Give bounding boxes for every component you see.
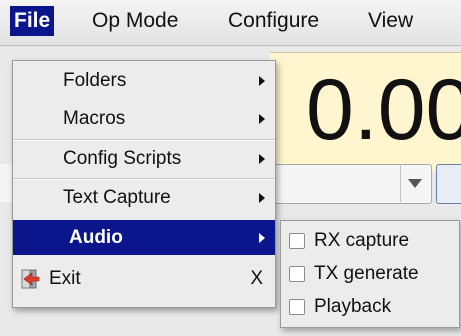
menu-item-folders[interactable]: Folders [13,63,275,98]
menu-view[interactable]: View [364,6,417,36]
submenu-item-rx-capture[interactable]: RX capture [281,224,459,258]
submenu-arrow-icon [259,76,265,86]
checkbox[interactable] [289,233,305,249]
menu-op-mode[interactable]: Op Mode [88,6,182,36]
submenu-item-label: Playback [314,296,392,317]
checkbox[interactable] [289,266,305,282]
submenu-arrow-icon [259,193,265,203]
submenu-arrow-icon [259,114,265,124]
menu-accelerator: X [250,268,263,289]
file-menu: Folders Macros Config Scripts Text Captu… [12,60,276,308]
menu-item-label: Folders [63,70,127,91]
submenu-arrow-icon [259,233,265,243]
menu-item-label: Text Capture [63,187,171,208]
menu-configure[interactable]: Configure [224,6,323,36]
combo-dropdown-button[interactable] [400,164,429,202]
menu-item-config-scripts[interactable]: Config Scripts [13,141,275,176]
menu-bar: File Op Mode Configure View [0,0,461,46]
menu-file[interactable]: File [10,6,55,36]
chevron-down-icon [408,179,422,188]
tool-button[interactable] [436,164,461,204]
menu-item-label: Audio [69,227,123,248]
menu-item-label: Macros [63,108,126,129]
submenu-item-label: TX generate [314,263,419,284]
submenu-item-tx-generate[interactable]: TX generate [281,257,459,291]
exit-icon [21,269,40,289]
menu-item-label: Exit [49,268,81,289]
frequency-display: 0.00 [306,62,461,158]
menu-item-audio[interactable]: Audio [13,220,275,255]
submenu-item-label: RX capture [314,230,410,251]
submenu-arrow-icon [259,154,265,164]
submenu-item-playback[interactable]: Playback [281,290,459,324]
menu-item-macros[interactable]: Macros [13,101,275,136]
menu-item-text-capture[interactable]: Text Capture [13,180,275,215]
menu-item-exit[interactable]: Exit X [13,261,275,296]
checkbox[interactable] [289,299,305,315]
menu-item-label: Config Scripts [63,148,182,169]
audio-submenu: RX capture TX generate Playback [280,220,460,328]
